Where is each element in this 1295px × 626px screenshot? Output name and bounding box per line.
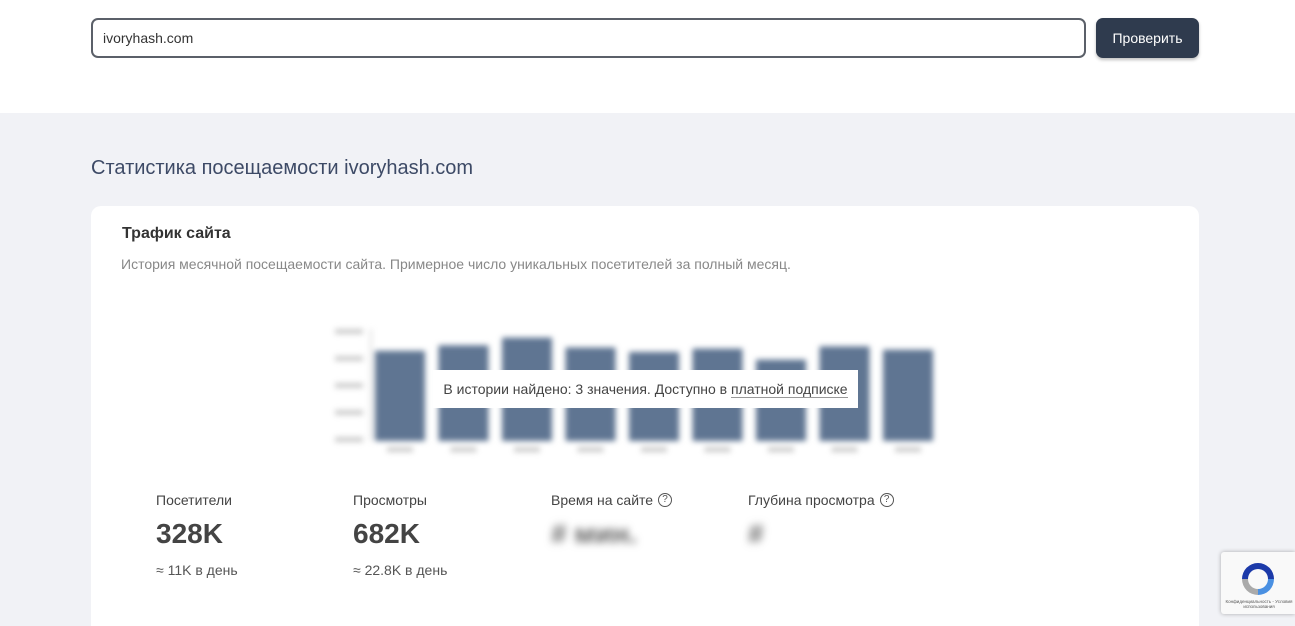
metric-time-on-site: Время на сайте ? # мин.	[551, 492, 731, 550]
top-hint-text	[91, 0, 471, 2]
chart-x-label	[641, 447, 667, 452]
recaptcha-badge[interactable]: Конфиденциальность - Условия использован…	[1221, 552, 1295, 614]
bottom-cut-text	[157, 620, 457, 626]
metric-label: Просмотры	[353, 492, 533, 508]
traffic-card-title: Трафик сайта	[122, 225, 231, 242]
metric-page-depth: Глубина просмотра ? #	[748, 492, 928, 550]
chart-bar	[375, 350, 425, 441]
chart-x-label	[514, 447, 540, 452]
help-icon[interactable]: ?	[879, 493, 894, 507]
chart-x-label	[704, 447, 731, 452]
metric-label: Время на сайте ?	[551, 492, 731, 508]
chart-x-label	[450, 447, 477, 452]
chart-bar	[883, 349, 933, 441]
metric-value: 682K	[353, 518, 420, 549]
chart-tick-label	[335, 383, 363, 388]
metric-visitors: Посетители 328K ≈ 11K в день	[156, 492, 336, 578]
traffic-card-description: История месячной посещаемости сайта. При…	[121, 256, 791, 272]
recaptcha-terms[interactable]: Конфиденциальность - Условия использован…	[1225, 599, 1293, 609]
check-button[interactable]: Проверить	[1096, 18, 1199, 58]
help-icon[interactable]: ?	[658, 493, 673, 507]
metric-per-day: ≈ 11K в день	[156, 562, 238, 578]
chart-x-label	[387, 447, 413, 452]
chart-x-label	[577, 447, 604, 452]
chart-tick-label	[335, 410, 363, 415]
recaptcha-icon	[1242, 563, 1274, 595]
chart-x-label	[831, 447, 858, 452]
traffic-card: Трафик сайта История месячной посещаемос…	[91, 206, 1199, 626]
metric-label-text: Время на сайте	[551, 492, 654, 508]
metric-value-blurred: # мин.	[551, 518, 637, 549]
subscription-overlay: В истории найдено: 3 значения. Доступно …	[433, 370, 858, 408]
metric-label: Глубина просмотра ?	[748, 492, 928, 508]
search-panel: Проверить	[0, 0, 1295, 113]
metric-value-blurred: #	[748, 518, 764, 549]
domain-search-input[interactable]	[91, 18, 1086, 58]
metric-per-day: ≈ 22.8K в день	[353, 562, 448, 578]
metric-label-text: Глубина просмотра	[748, 492, 875, 508]
chart-x-label	[768, 447, 794, 452]
chart-tick-label	[335, 356, 363, 361]
chart-tick-label	[335, 437, 363, 442]
paid-subscription-link[interactable]: платной подписке	[731, 381, 848, 398]
overlay-text: В истории найдено: 3 значения. Доступно …	[443, 381, 728, 397]
metric-label: Посетители	[156, 492, 336, 508]
metric-label-text: Просмотры	[353, 492, 427, 508]
metric-pageviews: Просмотры 682K ≈ 22.8K в день	[353, 492, 533, 578]
chart-tick-label	[335, 329, 363, 334]
chart-x-label	[895, 447, 921, 452]
page-title: Статистика посещаемости ivoryhash.com	[91, 157, 474, 179]
metric-value: 328K	[156, 518, 223, 549]
metric-label-text: Посетители	[156, 492, 232, 508]
